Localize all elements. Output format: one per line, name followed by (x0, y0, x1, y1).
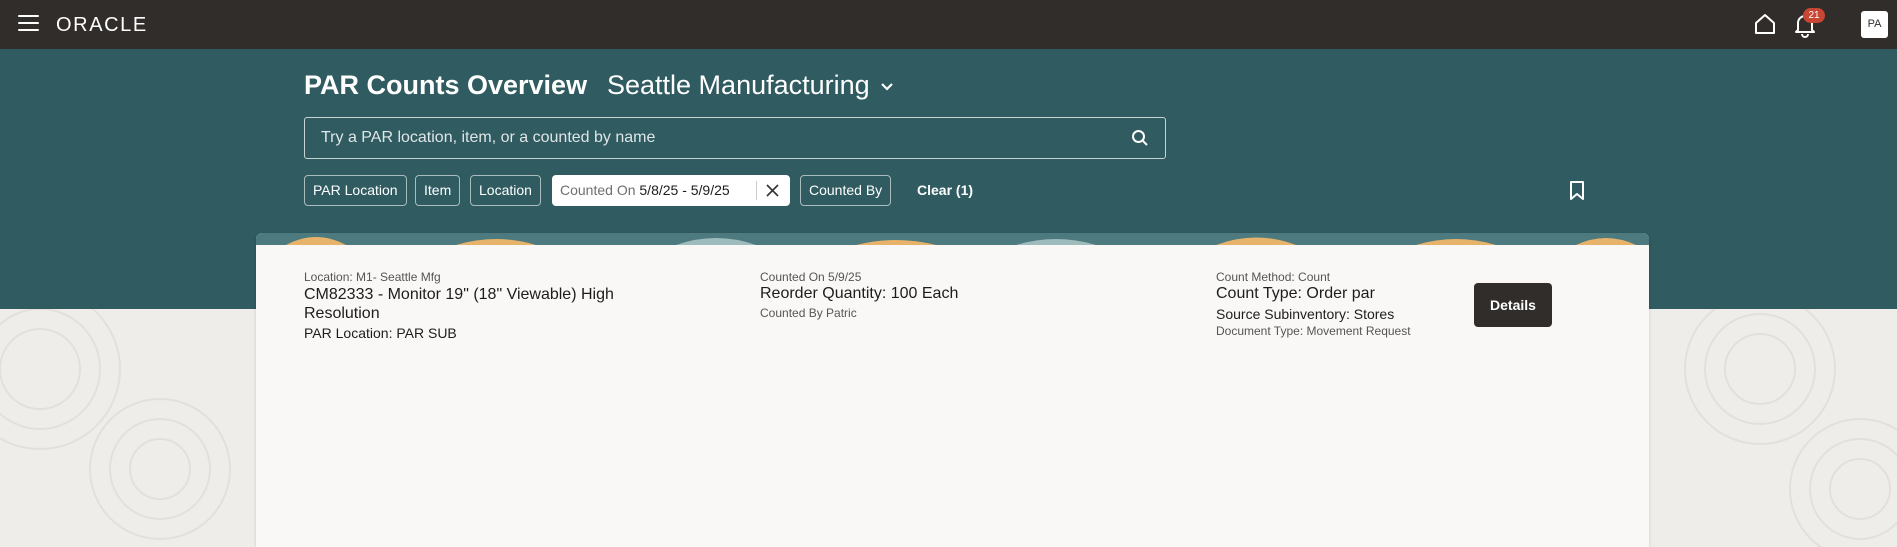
card-counted-on: Counted On 5/9/25 (760, 270, 862, 284)
bookmark-icon[interactable] (1569, 180, 1585, 201)
page-title: PAR Counts Overview (304, 70, 588, 100)
search-box (304, 117, 1166, 159)
card-item: CM82333 - Monitor 19" (18" Viewable) Hig… (304, 286, 614, 322)
card-reorder-quantity: Reorder Quantity: 100 Each (760, 285, 959, 302)
card-counted-by: Counted By Patric (760, 306, 857, 320)
card-location: Location: M1- Seattle Mfg (304, 270, 441, 284)
result-card: Location: M1- Seattle Mfg CM82333 - Moni… (256, 233, 1649, 547)
card-par-location: PAR Location: PAR SUB (304, 325, 457, 341)
global-header: ORACLE 21 PA (0, 0, 1897, 49)
card-banner-pattern (256, 233, 1649, 245)
divider (756, 181, 757, 200)
card-document-type: Document Type: Movement Request (1216, 324, 1411, 338)
home-icon[interactable] (1753, 12, 1777, 36)
card-count-type: Count Type: Order par (1216, 285, 1375, 302)
chevron-down-icon (880, 83, 893, 91)
search-icon[interactable] (1131, 129, 1149, 147)
close-icon[interactable] (765, 183, 780, 198)
user-avatar[interactable]: PA (1861, 11, 1888, 38)
details-button[interactable]: Details (1474, 283, 1552, 327)
filter-par-location[interactable]: PAR Location (304, 175, 407, 206)
filter-counted-by[interactable]: Counted By (800, 175, 892, 206)
menu-icon[interactable] (18, 15, 39, 33)
card-source-subinventory: Source Subinventory: Stores (1216, 306, 1395, 322)
card-count-method: Count Method: Count (1216, 270, 1331, 284)
site-selector-label: Seattle Manufacturing (607, 70, 870, 100)
filter-counted-on[interactable]: Counted On 5/8/25 - 5/9/25 (552, 175, 790, 206)
filter-location[interactable]: Location (470, 175, 541, 206)
clear-filters-link[interactable]: Clear (1) (917, 182, 973, 198)
filter-counted-on-value: 5/8/25 - 5/9/25 (639, 182, 730, 198)
search-input[interactable] (305, 118, 1121, 158)
filter-counted-on-label: Counted On (560, 182, 636, 198)
notification-count-badge: 21 (1803, 8, 1825, 23)
filter-item[interactable]: Item (415, 175, 461, 206)
site-selector[interactable]: Seattle Manufacturing (607, 70, 894, 101)
oracle-logo[interactable]: ORACLE (56, 14, 148, 37)
